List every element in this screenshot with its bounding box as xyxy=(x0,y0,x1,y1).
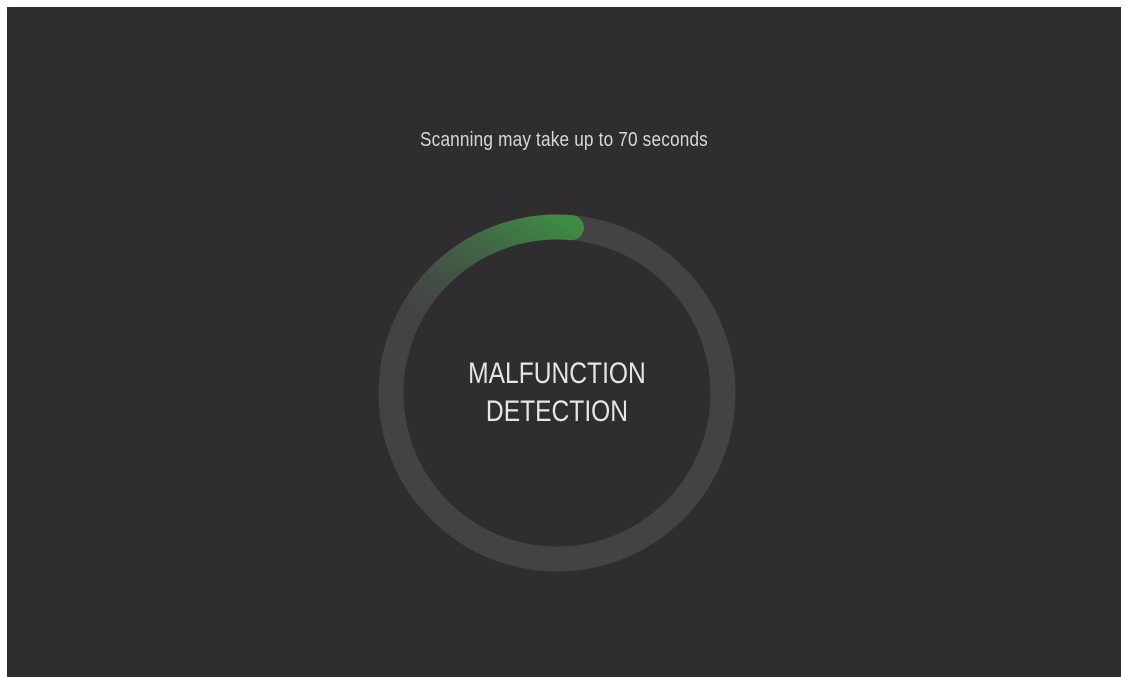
scan-title-line1: MALFUNCTION xyxy=(468,357,646,390)
progress-ring: MALFUNCTION DETECTION xyxy=(378,214,736,572)
scan-title-line2: DETECTION xyxy=(485,395,629,428)
scan-screen: Scanning may take up to 70 seconds MALFU… xyxy=(7,7,1121,677)
scan-duration-hint: Scanning may take up to 70 seconds xyxy=(420,129,708,151)
scan-title: MALFUNCTION DETECTION xyxy=(410,214,704,572)
